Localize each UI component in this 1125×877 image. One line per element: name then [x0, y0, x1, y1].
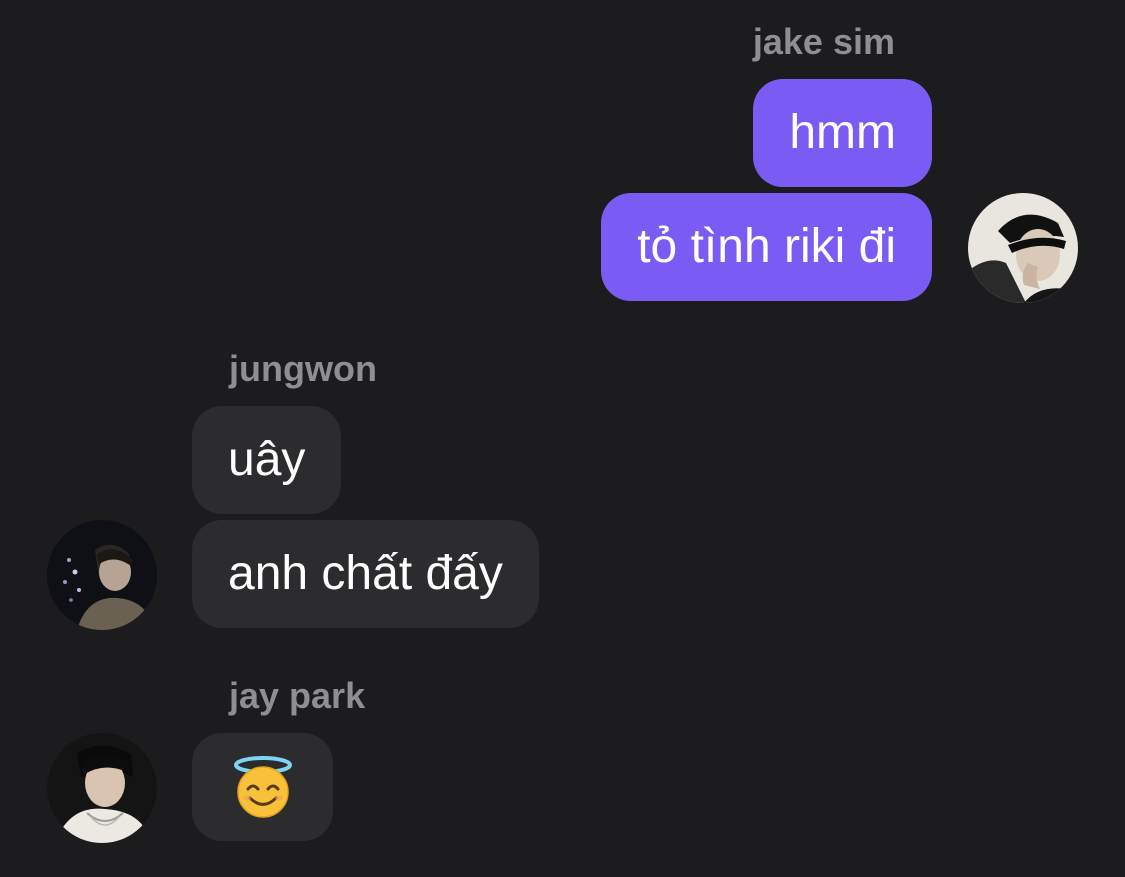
message-text: uây — [228, 433, 306, 486]
message-text: hmm — [789, 106, 896, 159]
message-bubble[interactable]: anh chất đấy — [192, 520, 539, 628]
avatar-jay-park[interactable] — [47, 733, 157, 843]
avatar-photo — [47, 520, 157, 630]
sender-name-jay-park: jay park — [229, 675, 366, 716]
sender-name-jungwon: jungwon — [229, 348, 377, 389]
sender-name-jake-sim: jake sim — [752, 21, 895, 62]
smiling-face-with-halo-icon — [233, 756, 292, 818]
message-bubble[interactable]: uây — [192, 406, 342, 514]
message-text: anh chất đấy — [228, 547, 503, 600]
message-text: tỏ tình riki đi — [637, 220, 896, 273]
avatar-photo — [968, 193, 1078, 303]
avatar-jungwon[interactable] — [47, 520, 157, 630]
message-bubble[interactable]: tỏ tình riki đi — [601, 193, 932, 301]
avatar-photo — [47, 733, 157, 843]
avatar-jake-sim[interactable] — [968, 193, 1078, 303]
message-bubble[interactable]: hmm — [753, 79, 932, 187]
message-bubble[interactable] — [192, 733, 333, 841]
